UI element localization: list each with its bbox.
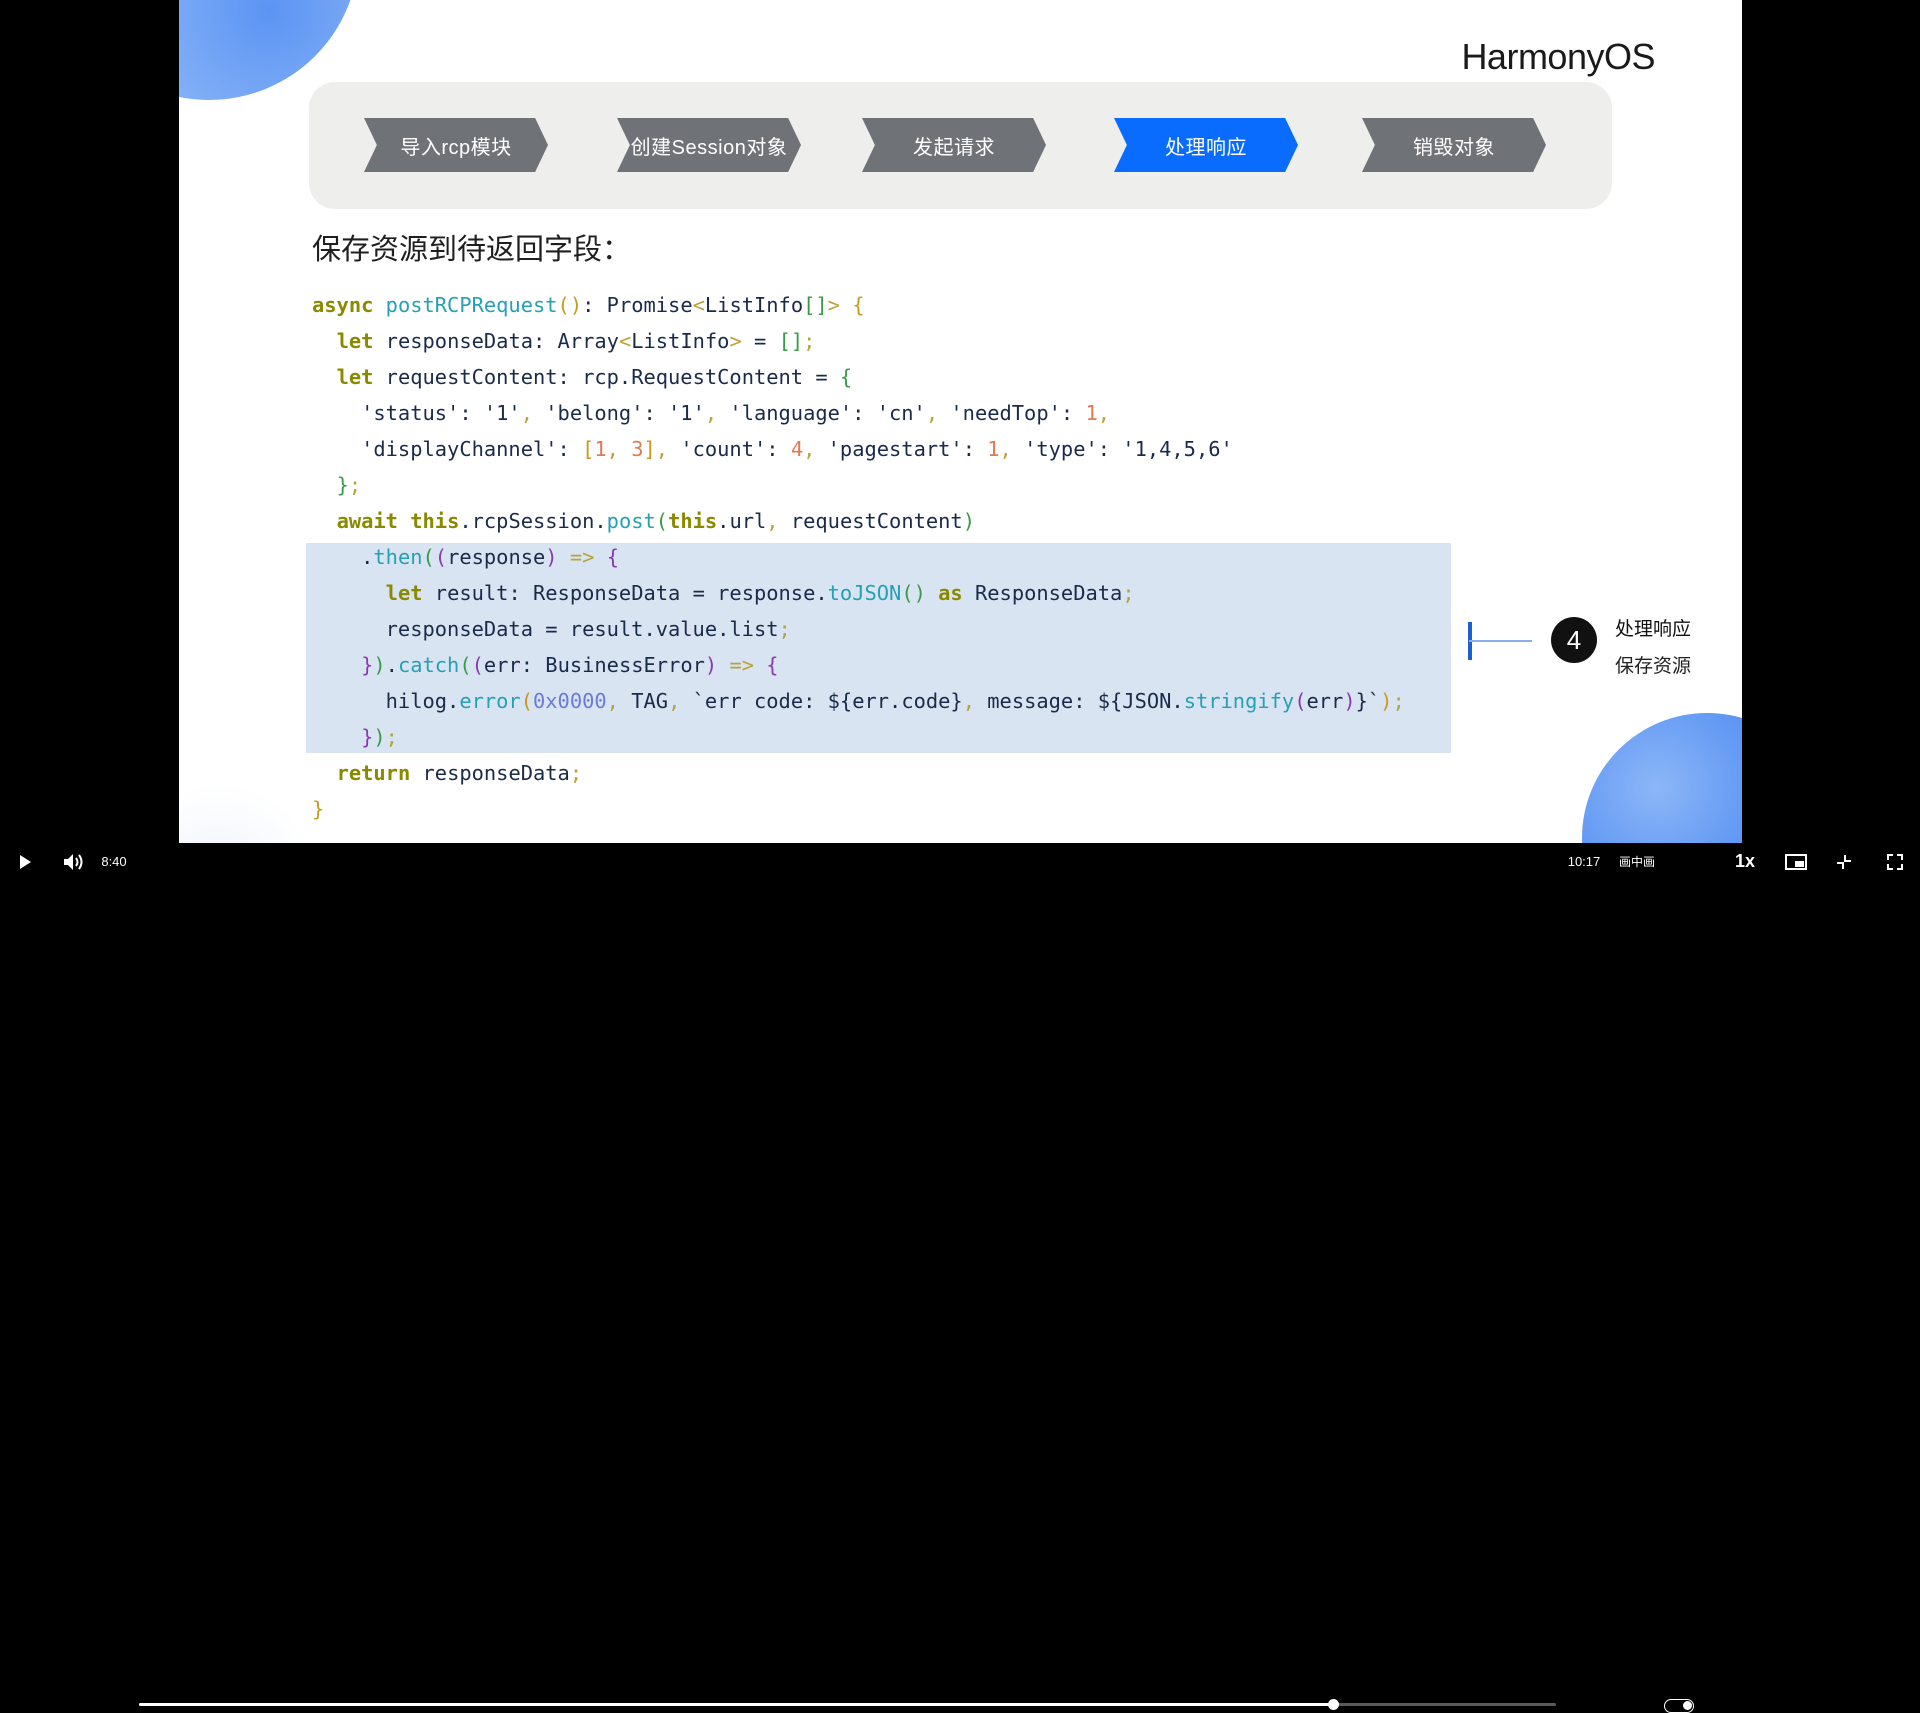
code-line: await this.rcpSession.post(this.url, req… [336, 509, 975, 533]
speed-button[interactable]: 1x [1730, 843, 1760, 880]
fullscreen-button[interactable] [1882, 843, 1908, 880]
exit-fullscreen-icon [1837, 854, 1851, 869]
progress-knob[interactable] [1327, 1699, 1339, 1710]
volume-icon [64, 853, 83, 870]
code-line: }; [336, 473, 362, 497]
harmonyos-logo: HarmonyOS [1461, 36, 1655, 78]
code-block: async postRCPRequest(): Promise<ListInfo… [312, 287, 1405, 827]
annotation-title: 处理响应 [1615, 619, 1692, 640]
annotation-connector [1469, 640, 1532, 642]
annotation-number: 4 [1551, 617, 1597, 663]
logo-text: HarmonyOS [1461, 36, 1655, 77]
fullscreen-icon [1887, 853, 1903, 870]
code-line: hilog.error(0x0000, TAG, `err code: ${er… [312, 689, 1405, 713]
volume-button[interactable] [60, 843, 88, 880]
code-line: let result: ResponseData = response.toJS… [385, 581, 1135, 605]
decor-blob-bottom-right [1582, 713, 1742, 843]
step-flow: 导入rcp模块 创建Session对象 发起请求 处理响应 销毁对象 [309, 82, 1612, 209]
code-line: return responseData; [336, 761, 583, 785]
code-line: let responseData: Array<ListInfo> = []; [336, 329, 816, 353]
code-line: .then((response) => { [312, 545, 619, 569]
mini-player-icon [1785, 853, 1807, 870]
play-icon [20, 854, 31, 869]
code-line: }).catch((err: BusinessError) => { [361, 653, 779, 677]
step-4-active: 处理响应 [1114, 118, 1298, 172]
decor-blob-bottom-left [179, 783, 319, 843]
play-button[interactable] [12, 843, 38, 880]
slide-heading: 保存资源到待返回字段： [312, 234, 632, 266]
step-2: 创建Session对象 [617, 118, 801, 172]
code-line: 'displayChannel': [1, 3], 'count': 4, 'p… [312, 437, 1233, 461]
exit-fullscreen-button[interactable] [1831, 843, 1857, 880]
step-5: 销毁对象 [1362, 118, 1546, 172]
mini-player-button[interactable] [1782, 843, 1810, 880]
progress-fill [139, 1703, 1333, 1706]
code-line: 'status': '1', 'belong': '1', 'language'… [312, 401, 1111, 425]
code-line: async postRCPRequest(): Promise<ListInfo… [312, 293, 865, 317]
slide-canvas: HarmonyOS 导入rcp模块 创建Session对象 发起请求 处理响应 … [179, 0, 1742, 843]
pip-label: 画中画 [1618, 855, 1655, 869]
player-controls: 8:40 10:17 画中画 1x [0, 843, 1920, 1713]
code-line: }); [361, 725, 398, 749]
progress-bar[interactable] [139, 1699, 1556, 1710]
code-line: } [312, 797, 325, 821]
current-time: 8:40 [101, 854, 127, 869]
step-3: 发起请求 [862, 118, 1046, 172]
code-line: responseData = result.value.list; [312, 617, 791, 641]
pip-toggle[interactable] [1664, 1699, 1694, 1713]
code-line: let requestContent: rcp.RequestContent =… [336, 365, 853, 389]
duration: 10:17 [1567, 854, 1601, 869]
annotation-subtitle: 保存资源 [1615, 656, 1692, 677]
step-1: 导入rcp模块 [364, 118, 548, 172]
